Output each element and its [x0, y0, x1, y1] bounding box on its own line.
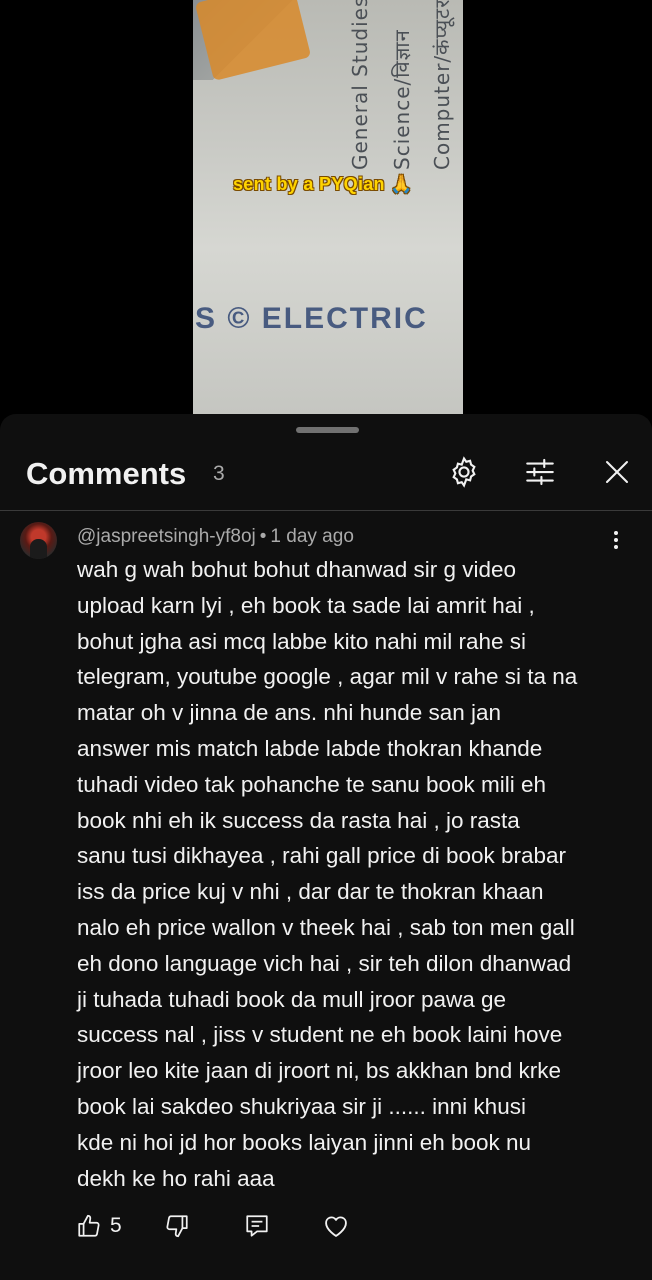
comment-line: book lai sakdeo shukriyaa sir ji ...... … [77, 1093, 526, 1119]
comment-line: wah g wah bohut bohut dhanwad sir g vide… [77, 557, 517, 582]
comment-line: book nhi eh ik success da rasta hai , jo… [77, 807, 520, 833]
box-bottom-text: S © ELECTRIC [195, 302, 428, 335]
video-player[interactable]: General Studies Science/विज्ञान Computer… [0, 0, 652, 414]
avatar[interactable] [20, 522, 57, 559]
comment-line: iss da price kuj v nhi , dar dar te thok… [77, 879, 544, 905]
comments-count: 3 [213, 462, 225, 485]
comments-title: Comments [26, 456, 187, 491]
like-count: 5 [110, 1214, 122, 1237]
comments-header: Comments 3 [0, 444, 652, 510]
dislike-button[interactable] [164, 1208, 190, 1244]
video-overlay-caption: sent by a PYQian 🙏 [233, 174, 413, 194]
thumbs-up-icon [78, 1214, 100, 1237]
comment-line: bohut jgha asi mcq labbe kito nahi mil r… [77, 628, 527, 654]
box-text-general-studies: General Studies [348, 0, 372, 170]
comment-line: ji tuhada tuhadi book da mull jroor pawa… [77, 986, 507, 1012]
comment-line: nalo eh price wallon v theek hai , sab t… [77, 914, 575, 940]
comment-line: upload karn lyi , eh book ta sade lai am… [77, 592, 535, 618]
comment-line: success nal , jiss v student ne eh book … [77, 1022, 563, 1048]
comment-actions: 5 [0, 1208, 652, 1248]
comment-line: dekh ke ho rahi aaa [77, 1165, 275, 1191]
comment-line: jroor leo kite jaan di jroort ni, bs akk… [77, 1058, 562, 1084]
header-divider [0, 510, 652, 511]
comment-line: matar oh v jinna de ans. nhi hunde san j… [77, 700, 502, 726]
comment-author[interactable]: @jaspreetsingh-yf8oj [77, 526, 256, 547]
comment-line: kde ni hoi jd hor books laiyan jinni eh … [77, 1129, 532, 1155]
comment-line: tuhadi video tak pohanche te sanu book m… [77, 771, 547, 797]
reply-button[interactable] [244, 1208, 270, 1244]
box-text-computer: Computer/कंप्यूटर [430, 0, 454, 170]
comments-sheet: Comments 3 @jaspreetsingh-yf8oj • 1 day … [0, 414, 652, 1280]
comment-line: answer mis match labde labde thokran kha… [77, 735, 543, 761]
comment-line: eh dono language vich hai , sir teh dilo… [77, 950, 572, 976]
comment-line: sanu tusi dikhayea , rahi gall price di … [77, 843, 567, 869]
heart-icon [325, 1216, 347, 1237]
close-icon[interactable] [599, 454, 635, 490]
sliders-icon[interactable] [522, 454, 558, 490]
thumbs-down-icon [166, 1215, 188, 1238]
box-text-science: Science/विज्ञान [390, 29, 414, 170]
like-button[interactable]: 5 [76, 1208, 122, 1244]
gear-icon[interactable] [446, 454, 482, 490]
meta-separator: • [259, 526, 267, 547]
reply-icon [246, 1215, 268, 1237]
video-frame: General Studies Science/विज्ञान Computer… [193, 0, 463, 414]
comment-body: wah g wah bohut bohut dhanwad sir g vide… [77, 552, 622, 1196]
more-vertical-icon[interactable] [604, 528, 628, 552]
heart-button[interactable] [322, 1208, 350, 1244]
comment-line: telegram, youtube google , agar mil v ra… [77, 664, 578, 690]
comment-meta: @jaspreetsingh-yf8oj • 1 day ago [77, 526, 354, 548]
drag-handle[interactable] [296, 427, 359, 433]
comment-time: 1 day ago [270, 526, 354, 547]
